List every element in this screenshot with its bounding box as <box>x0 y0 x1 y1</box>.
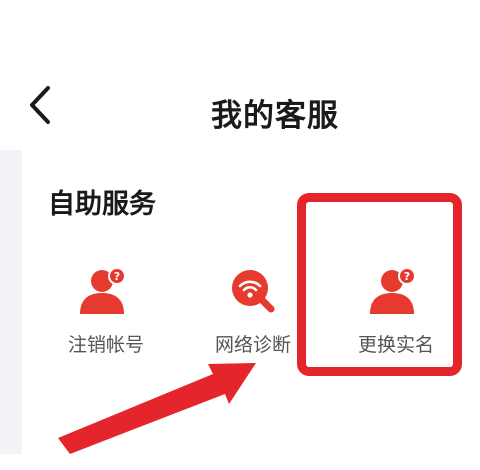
arrow-icon <box>58 363 256 454</box>
